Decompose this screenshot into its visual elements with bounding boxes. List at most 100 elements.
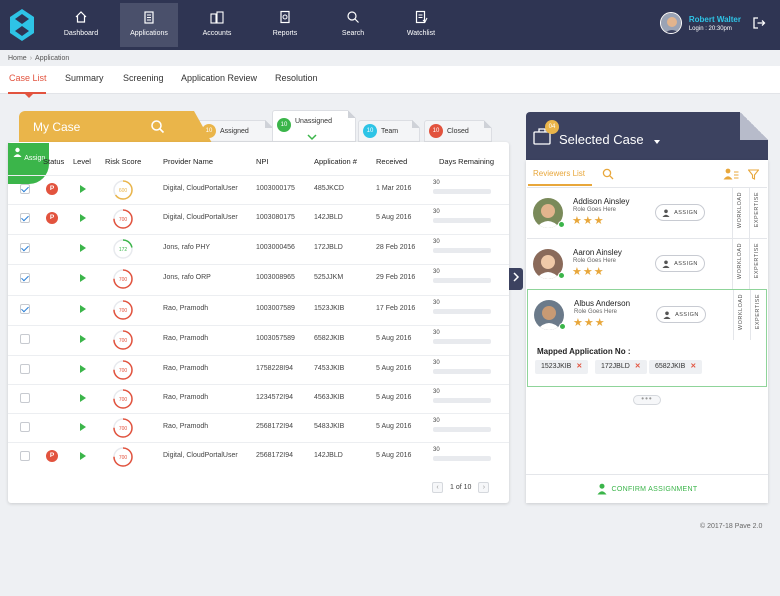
row-checkbox[interactable] xyxy=(20,334,30,344)
selected-case-title[interactable]: Selected Case xyxy=(559,132,644,147)
table-row[interactable]: P 700 Digital, CloudPortalUser 2568172I94 14… xyxy=(8,442,509,471)
online-status-dot xyxy=(558,272,565,279)
col-header-application-number[interactable]: Application # xyxy=(314,157,357,166)
nav-search[interactable]: Search xyxy=(324,0,382,44)
col-header-risk-score[interactable]: Risk Score xyxy=(105,157,141,166)
user-add-icon xyxy=(662,209,670,217)
col-header-level[interactable]: Level xyxy=(73,157,91,166)
nav-applications[interactable]: Applications xyxy=(120,3,178,47)
workload-column: WORKLOAD xyxy=(733,290,749,340)
filter-tab-team[interactable]: 10 Team xyxy=(358,120,420,142)
rating-stars: ★★★ xyxy=(572,266,605,278)
table-row[interactable]: 700 Rao, Pramodh 2568172I94 5483JKIB 5 Aug 2… xyxy=(8,413,509,442)
pagination: ‹ 1 of 10 › xyxy=(432,482,490,493)
application-number-cell: 172JBLD xyxy=(314,244,343,251)
mapped-application-chip[interactable]: 1523JKIB ✕ xyxy=(535,360,589,374)
nav-label: Search xyxy=(341,30,365,37)
close-icon[interactable]: ✕ xyxy=(690,363,696,370)
user-menu[interactable]: Robert Walter Login : 20:30pm xyxy=(659,12,766,34)
col-header-npi[interactable]: NPI xyxy=(256,157,269,166)
reviewer-card[interactable]: Addison Ainsley Role Goes Here ★★★ ASSIGN WO… xyxy=(527,187,767,238)
col-header-provider-name[interactable]: Provider Name xyxy=(163,157,213,166)
col-header-days-remaining[interactable]: Days Remaining xyxy=(439,157,494,166)
application-number-cell: 142JBLD xyxy=(314,214,343,221)
row-checkbox[interactable] xyxy=(20,422,30,432)
assign-reviewer-button[interactable]: ASSIGN xyxy=(655,255,705,272)
next-page-button[interactable]: › xyxy=(478,482,490,493)
search-icon[interactable] xyxy=(602,168,614,180)
breadcrumb-home[interactable]: Home xyxy=(8,55,27,62)
more-button[interactable]: ••• xyxy=(633,395,661,405)
days-remaining-bar xyxy=(433,339,491,344)
filter-tab-closed[interactable]: 10 Closed xyxy=(424,120,492,142)
row-checkbox[interactable] xyxy=(20,243,30,253)
npi-cell: 1003008965 xyxy=(256,274,295,281)
reviewer-card[interactable]: Aaron Ainsley Role Goes Here ★★★ ASSIGN WORK… xyxy=(527,238,767,289)
tab-fold-corner xyxy=(484,120,492,128)
application-number-cell: 525JJKM xyxy=(314,274,344,281)
user-list-icon[interactable] xyxy=(723,168,739,180)
row-checkbox[interactable] xyxy=(20,364,30,374)
login-time: Login : 20:30pm xyxy=(688,25,732,32)
collapse-panel-button[interactable] xyxy=(509,268,523,290)
reviewer-card[interactable]: Albus Anderson Role Goes Here ★★★ ASSIGN WOR… xyxy=(527,289,767,387)
received-date-cell: 28 Feb 2016 xyxy=(376,244,416,251)
received-date-cell: 5 Aug 2016 xyxy=(376,335,412,342)
tab-screening[interactable]: Screening xyxy=(123,73,164,83)
days-remaining-value: 30 xyxy=(433,300,440,306)
table-row[interactable]: 172 Jons, rafo PHY 1003000456 172JBLD 28 Feb… xyxy=(8,234,509,263)
close-icon[interactable]: ✕ xyxy=(576,363,582,370)
page-indicator: 1 of 10 xyxy=(450,484,472,491)
table-row[interactable]: P 600 Digital, CloudPortalUser 1003000175 48… xyxy=(8,175,509,204)
tab-resolution[interactable]: Resolution xyxy=(275,73,318,83)
nav-watchlist[interactable]: Watchlist xyxy=(392,0,450,44)
row-checkbox[interactable] xyxy=(20,393,30,403)
tab-reviewers-list[interactable]: Reviewers List xyxy=(533,169,585,178)
table-row[interactable]: P 700 Digital, CloudPortalUser 1003080175 14… xyxy=(8,204,509,233)
row-checkbox[interactable] xyxy=(20,304,30,314)
row-checkbox[interactable] xyxy=(20,273,30,283)
reviewer-name: Addison Ainsley xyxy=(573,197,630,206)
application-number-cell: 4563JKIB xyxy=(314,394,345,401)
avatar[interactable] xyxy=(659,12,682,34)
table-row[interactable]: 700 Rao, Pramodh 1003007589 1523JKIB 17 Feb … xyxy=(8,295,509,324)
count-badge: 10 xyxy=(363,124,377,138)
row-checkbox[interactable] xyxy=(20,451,30,461)
prev-page-button[interactable]: ‹ xyxy=(432,482,443,493)
col-header-received[interactable]: Received xyxy=(376,157,407,166)
search-icon[interactable] xyxy=(150,119,165,134)
days-remaining-bar xyxy=(433,189,491,194)
table-row[interactable]: 700 Rao, Pramodh 1234572I94 4563JKIB 5 Aug 2… xyxy=(8,384,509,413)
chevron-down-icon[interactable] xyxy=(654,140,660,144)
nav-dashboard[interactable]: Dashboard xyxy=(52,0,110,44)
nav-accounts[interactable]: Accounts xyxy=(188,0,246,44)
days-remaining-value: 30 xyxy=(433,180,440,186)
close-icon[interactable]: ✕ xyxy=(635,363,641,370)
app-logo-icon[interactable] xyxy=(10,9,34,41)
risk-score-gauge: 700 xyxy=(113,389,133,409)
logout-icon[interactable] xyxy=(752,16,766,30)
confirm-assignment-button[interactable]: CONFIRM ASSIGNMENT xyxy=(526,474,768,503)
nav-reports[interactable]: Reports xyxy=(256,0,314,44)
row-checkbox[interactable] xyxy=(20,213,30,223)
table-row[interactable]: 700 Rao, Pramodh 1758228I94 7453JKIB 5 Aug 2… xyxy=(8,355,509,384)
days-remaining: 30 xyxy=(433,418,491,432)
row-checkbox[interactable] xyxy=(20,184,30,194)
footer-copyright: © 2017-18 Pave 2.0 xyxy=(700,523,763,530)
status-badge: P xyxy=(46,183,58,195)
mapped-application-chip[interactable]: 6582JKIB ✕ xyxy=(649,360,703,374)
table-row[interactable]: 700 Jons, rafo ORP 1003008965 525JJKM 29 Feb… xyxy=(8,264,509,293)
assign-reviewer-button[interactable]: ASSIGN xyxy=(656,306,706,323)
nav-label: Applications xyxy=(130,30,168,37)
filter-tab-unassigned[interactable]: 10 Unassigned xyxy=(272,110,356,142)
tab-application-review[interactable]: Application Review xyxy=(181,73,257,83)
filter-icon[interactable] xyxy=(748,169,759,180)
table-row[interactable]: 700 Rao, Pramodh 1003057589 6582JKIB 5 Aug 2… xyxy=(8,325,509,354)
buildings-icon xyxy=(210,11,224,24)
tab-case-list[interactable]: Case List xyxy=(9,73,47,83)
col-header-status[interactable]: Status xyxy=(43,157,64,166)
assign-reviewer-button[interactable]: ASSIGN xyxy=(655,204,705,221)
mapped-application-chip[interactable]: 172JBLD ✕ xyxy=(595,360,647,374)
tab-summary[interactable]: Summary xyxy=(65,73,104,83)
npi-cell: 1758228I94 xyxy=(256,365,293,372)
